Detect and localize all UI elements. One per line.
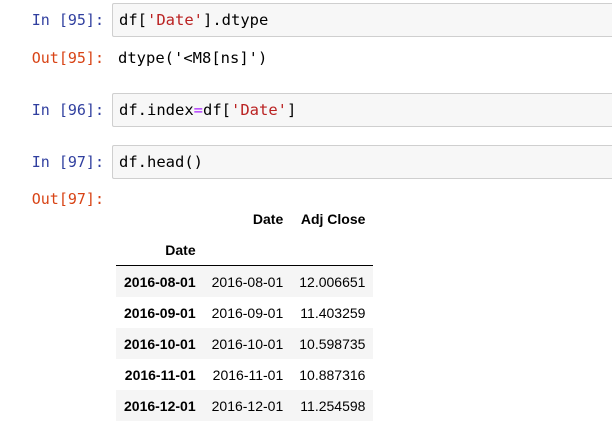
out-prompt-97: Out[97]: <box>31 190 104 208</box>
code-text-95: df['Date'].dtype <box>119 10 268 30</box>
code-token: df[ <box>119 11 147 29</box>
cell-adj-close: 12.006651 <box>299 273 366 290</box>
code-text-96: df.index=df['Date'] <box>119 100 296 120</box>
code-token: df.index <box>119 101 194 119</box>
row-index: 2016-10-01 <box>124 335 196 352</box>
in-prompt-95: In [95]: <box>31 11 104 29</box>
in-prompt-97: In [97]: <box>31 153 104 171</box>
cell-date: 2016-08-01 <box>211 273 284 290</box>
table-row: 2016-11-01 2016-11-01 10.887316 <box>116 359 373 390</box>
index-name: Date <box>116 234 204 266</box>
column-header-adj-close: Adj Close <box>300 210 366 227</box>
row-index: 2016-11-01 <box>124 366 196 383</box>
code-token: ].dtype <box>203 11 269 29</box>
code-text-97: df.head() <box>119 152 203 172</box>
output-text-95: dtype('<M8[ns]') <box>118 49 268 67</box>
cell-adj-close: 11.254598 <box>300 397 366 414</box>
column-header-date: Date <box>252 210 284 227</box>
in-prompt-96: In [96]: <box>31 101 104 119</box>
row-index: 2016-12-01 <box>124 397 196 414</box>
index-name-row: Date <box>116 234 374 266</box>
row-index: 2016-09-01 <box>124 304 196 321</box>
row-index: 2016-08-01 <box>124 273 196 290</box>
cell-date: 2016-12-01 <box>211 397 284 414</box>
code-input-96[interactable]: df.index=df['Date'] <box>112 93 612 127</box>
table-row: 2016-08-01 2016-08-01 12.006651 <box>116 265 374 297</box>
code-input-95[interactable]: df['Date'].dtype <box>112 3 612 37</box>
code-token: df.head() <box>119 153 203 171</box>
table-row: 2016-12-01 2016-12-01 11.254598 <box>116 390 374 421</box>
cell-date: 2016-11-01 <box>212 366 284 383</box>
table-row: 2016-09-01 2016-09-01 11.403259 <box>116 297 373 328</box>
code-token: df[ <box>203 101 231 119</box>
cell-adj-close: 10.598735 <box>299 335 366 352</box>
cell-date: 2016-09-01 <box>211 304 284 321</box>
dataframe-table: Date Adj Close Date 2016-08-01 2016-08-01… <box>116 203 374 421</box>
code-token: ] <box>287 101 297 119</box>
cell-adj-close: 10.887316 <box>299 366 366 383</box>
code-token: 'Date' <box>231 101 287 119</box>
code-token: = <box>193 101 203 119</box>
cell-adj-close: 11.403259 <box>300 304 366 321</box>
cell-date: 2016-10-01 <box>211 335 284 352</box>
table-row: 2016-10-01 2016-10-01 10.598735 <box>116 328 374 359</box>
code-token: 'Date' <box>147 11 203 29</box>
out-prompt-95: Out[95]: <box>31 49 104 67</box>
index-corner <box>116 203 204 234</box>
table-header-row: Date Adj Close <box>116 203 373 234</box>
code-input-97[interactable]: df.head() <box>112 145 612 179</box>
